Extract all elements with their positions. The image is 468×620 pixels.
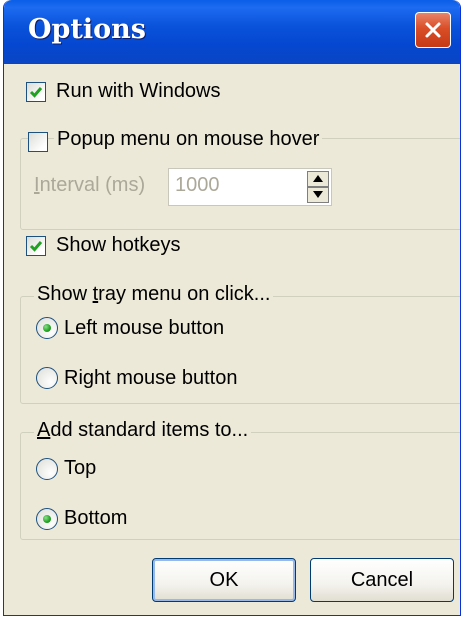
run-with-windows-checkbox[interactable] — [26, 82, 46, 102]
check-icon — [29, 87, 43, 98]
top-radio[interactable] — [36, 458, 58, 480]
bottom-label[interactable]: Bottom — [64, 507, 127, 530]
right-mouse-label[interactable]: Right mouse button — [64, 367, 237, 390]
show-hotkeys-checkbox[interactable] — [26, 236, 46, 256]
close-icon — [425, 22, 441, 38]
window-title: Options — [28, 14, 146, 45]
interval-value[interactable]: 1000 — [175, 174, 220, 197]
tray-legend-rest: ray menu on click... — [98, 283, 271, 305]
radio-selected-dot — [43, 324, 51, 332]
popup-hover-label[interactable]: Popup menu on mouse hover — [54, 128, 323, 151]
interval-label-rest: nterval (ms) — [39, 174, 146, 196]
title-bar[interactable]: Options — [4, 0, 460, 64]
tray-menu-legend: Show tray menu on click... — [34, 283, 274, 306]
spin-down-button[interactable] — [307, 187, 329, 203]
tray-legend-prefix: Show — [37, 283, 93, 305]
dialog-body: Run with Windows Popup menu on mouse hov… — [4, 64, 460, 615]
standard-items-legend: Add standard items to... — [34, 419, 252, 442]
left-mouse-radio[interactable] — [36, 317, 58, 339]
radio-selected-dot — [43, 515, 51, 523]
bottom-radio[interactable] — [36, 508, 58, 530]
interval-spinner[interactable]: 1000 — [168, 168, 332, 206]
interval-label: Interval (ms) — [34, 174, 145, 197]
std-legend-rest: dd standard items to... — [50, 419, 249, 441]
options-dialog: Options Run with Windows Popup menu on m… — [3, 0, 461, 616]
arrow-down-icon — [313, 191, 323, 198]
spin-up-button[interactable] — [307, 171, 329, 187]
cancel-button[interactable]: Cancel — [310, 558, 454, 602]
ok-button[interactable]: OK — [152, 558, 296, 602]
show-hotkeys-label[interactable]: Show hotkeys — [56, 234, 181, 257]
check-icon — [29, 241, 43, 252]
left-mouse-label[interactable]: Left mouse button — [64, 317, 224, 340]
std-legend-mnemonic: A — [37, 419, 51, 441]
close-button[interactable] — [415, 12, 451, 48]
arrow-up-icon — [313, 175, 323, 182]
top-label[interactable]: Top — [64, 457, 96, 480]
run-with-windows-label[interactable]: Run with Windows — [56, 80, 221, 103]
popup-hover-checkbox[interactable] — [28, 132, 48, 152]
right-mouse-radio[interactable] — [36, 367, 58, 389]
interval-spin-buttons — [307, 171, 329, 203]
